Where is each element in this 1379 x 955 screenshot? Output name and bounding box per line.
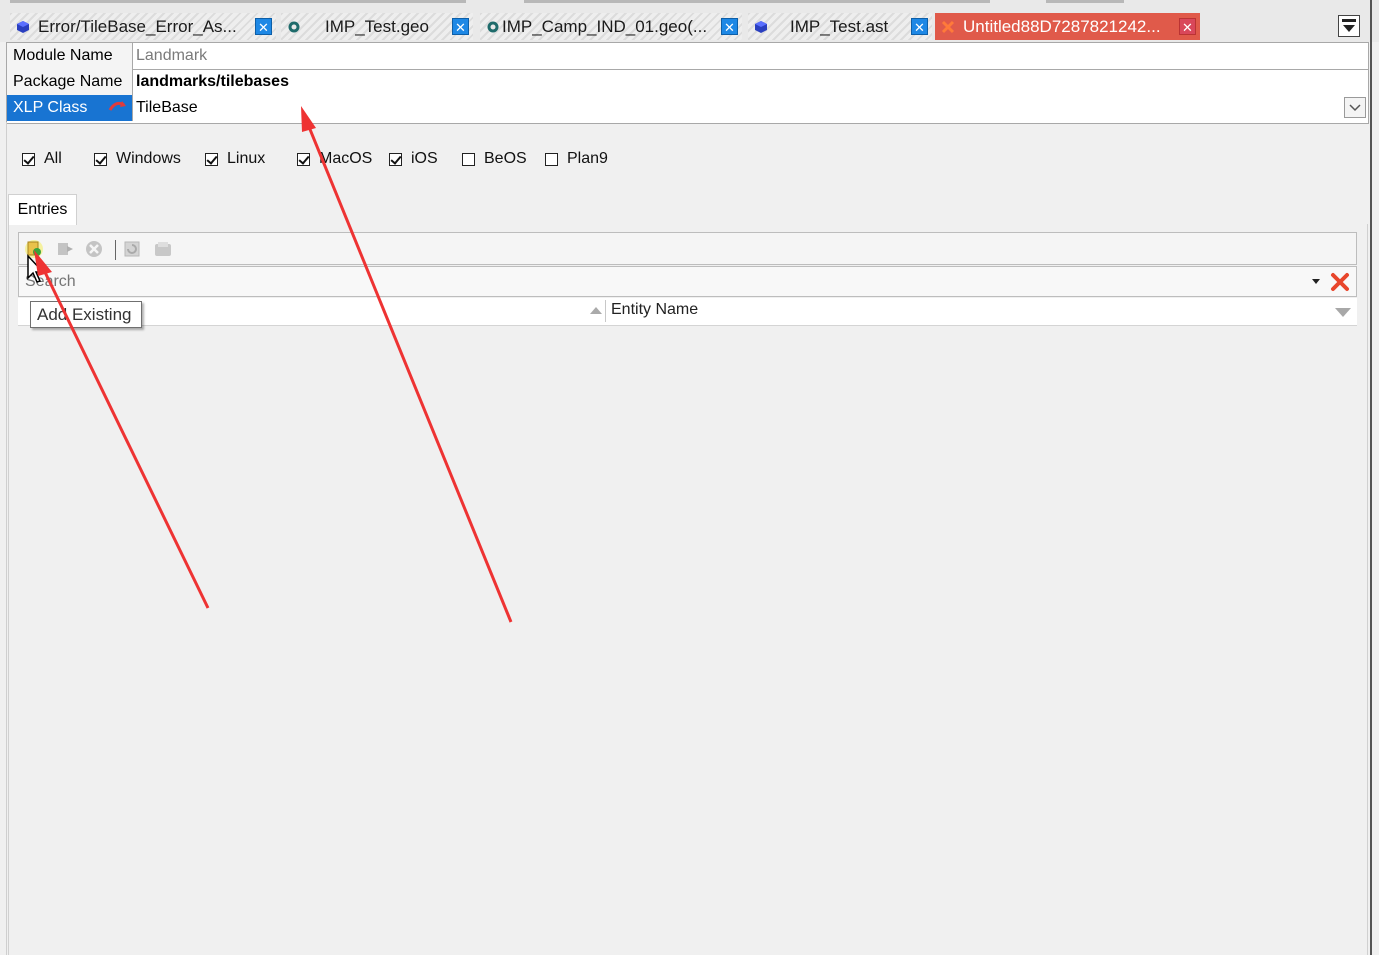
column-divider[interactable]	[605, 300, 606, 322]
red-x-icon	[941, 20, 955, 33]
checkbox-label: iOS	[411, 150, 438, 167]
window-left-border	[6, 122, 7, 955]
tab-error-tilebase[interactable]: Error/TileBase_Error_As... ✕	[10, 13, 276, 40]
sort-ascending-icon[interactable]	[590, 307, 602, 314]
column-header-entity-name[interactable]: Entity Name	[611, 301, 698, 319]
mouse-cursor-icon	[27, 254, 45, 283]
checkbox-checked[interactable]	[205, 152, 218, 166]
checkbox-checked[interactable]	[22, 152, 35, 166]
xlp-class-value: TileBase	[136, 99, 198, 116]
tab-label: Untitled88D7287821242...	[963, 16, 1161, 36]
tab-list-menu-button[interactable]	[1338, 15, 1360, 37]
entries-column-header: Entity Name	[18, 298, 1357, 326]
module-name-field[interactable]: Landmark	[133, 43, 1368, 69]
tab-untitled-active[interactable]: Untitled88D7287821242... ✕	[935, 13, 1200, 40]
reset-arrow-icon[interactable]	[108, 100, 126, 114]
platform-checkbox-ios[interactable]: iOS	[389, 150, 438, 168]
menu-bar-icon	[1342, 19, 1356, 22]
document-tab-strip: Error/TileBase_Error_As... ✕ IMP_Test.ge…	[0, 0, 1379, 42]
property-grid: Module Name Landmark Package Name landma…	[6, 42, 1369, 124]
gear-icon	[487, 21, 499, 32]
checkbox-checked[interactable]	[297, 152, 310, 166]
checkbox-label: Windows	[116, 150, 181, 167]
property-label: Module Name	[7, 43, 133, 69]
property-row-xlp-class[interactable]: XLP Class TileBase	[7, 95, 1368, 121]
column-filter-icon[interactable]	[1335, 308, 1351, 317]
tab-strip-line	[524, 0, 990, 3]
checkbox-label: MacOS	[319, 150, 373, 167]
add-new-icon[interactable]	[56, 240, 74, 258]
dropdown-arrow-icon	[1343, 25, 1355, 32]
checkbox-unchecked[interactable]	[462, 152, 475, 166]
tab-strip-line	[10, 0, 466, 3]
window-right-border	[1370, 0, 1372, 955]
entries-toolbar	[18, 232, 1357, 265]
checkbox-label: All	[44, 150, 62, 167]
platform-checkbox-plan9[interactable]: Plan9	[545, 150, 608, 168]
checkbox-label: Linux	[227, 150, 266, 167]
tab-close-button[interactable]: ✕	[452, 18, 469, 35]
package-name-field[interactable]: landmarks/tilebases	[133, 69, 1368, 95]
checkbox-label: Plan9	[567, 150, 608, 167]
property-label: Package Name	[7, 69, 133, 95]
property-row-module-name: Module Name Landmark	[7, 43, 1368, 70]
tab-label: IMP_Test.ast	[790, 16, 889, 36]
xlp-class-combobox[interactable]: TileBase	[133, 95, 1368, 121]
checkbox-label: BeOS	[484, 150, 527, 167]
add-existing-tooltip: Add Existing	[30, 301, 142, 328]
property-label-selected: XLP Class	[7, 95, 133, 121]
tab-label: IMP_Test.geo	[325, 16, 429, 36]
entries-panel	[8, 224, 1368, 955]
checkbox-checked[interactable]	[389, 152, 402, 166]
platform-checkbox-windows[interactable]: Windows	[94, 150, 181, 168]
xlp-class-dropdown-button[interactable]	[1344, 97, 1366, 118]
refresh-icon[interactable]	[123, 240, 141, 258]
search-dropdown-icon[interactable]	[1312, 279, 1320, 284]
search-input[interactable]	[25, 269, 1295, 294]
tab-label: Error/TileBase_Error_As...	[38, 16, 237, 36]
tab-label: IMP_Camp_IND_01.geo(...	[502, 16, 708, 36]
platform-checkbox-beos[interactable]: BeOS	[462, 150, 527, 168]
gear-icon	[288, 21, 300, 32]
toolbar-separator	[115, 240, 116, 260]
search-bar	[18, 266, 1357, 297]
remove-icon[interactable]	[85, 240, 103, 258]
tab-close-button[interactable]: ✕	[255, 18, 272, 35]
platform-checkbox-linux[interactable]: Linux	[205, 150, 265, 168]
platform-checkbox-all[interactable]: All	[22, 150, 62, 168]
tab-entries[interactable]: Entries	[8, 194, 77, 225]
tab-imp-test-ast[interactable]: IMP_Test.ast ✕	[748, 13, 932, 40]
tab-close-button[interactable]: ✕	[1179, 18, 1196, 35]
chevron-down-icon	[1349, 104, 1361, 112]
property-row-package-name: Package Name landmarks/tilebases	[7, 69, 1368, 96]
tab-imp-test-geo[interactable]: IMP_Test.geo ✕	[281, 13, 473, 40]
checkbox-unchecked[interactable]	[545, 152, 558, 166]
property-label: XLP Class	[13, 99, 88, 116]
save-icon[interactable]	[154, 240, 172, 258]
blue-cube-icon	[755, 20, 767, 33]
tab-imp-camp-geo[interactable]: IMP_Camp_IND_01.geo(... ✕	[480, 13, 742, 40]
tab-strip-line	[1046, 0, 1124, 3]
platform-checkbox-macos[interactable]: MacOS	[297, 150, 372, 168]
clear-search-icon[interactable]	[1330, 272, 1350, 292]
tab-close-button[interactable]: ✕	[911, 18, 928, 35]
checkbox-checked[interactable]	[94, 152, 107, 166]
tab-close-button[interactable]: ✕	[721, 18, 738, 35]
blue-cube-icon	[17, 20, 29, 33]
